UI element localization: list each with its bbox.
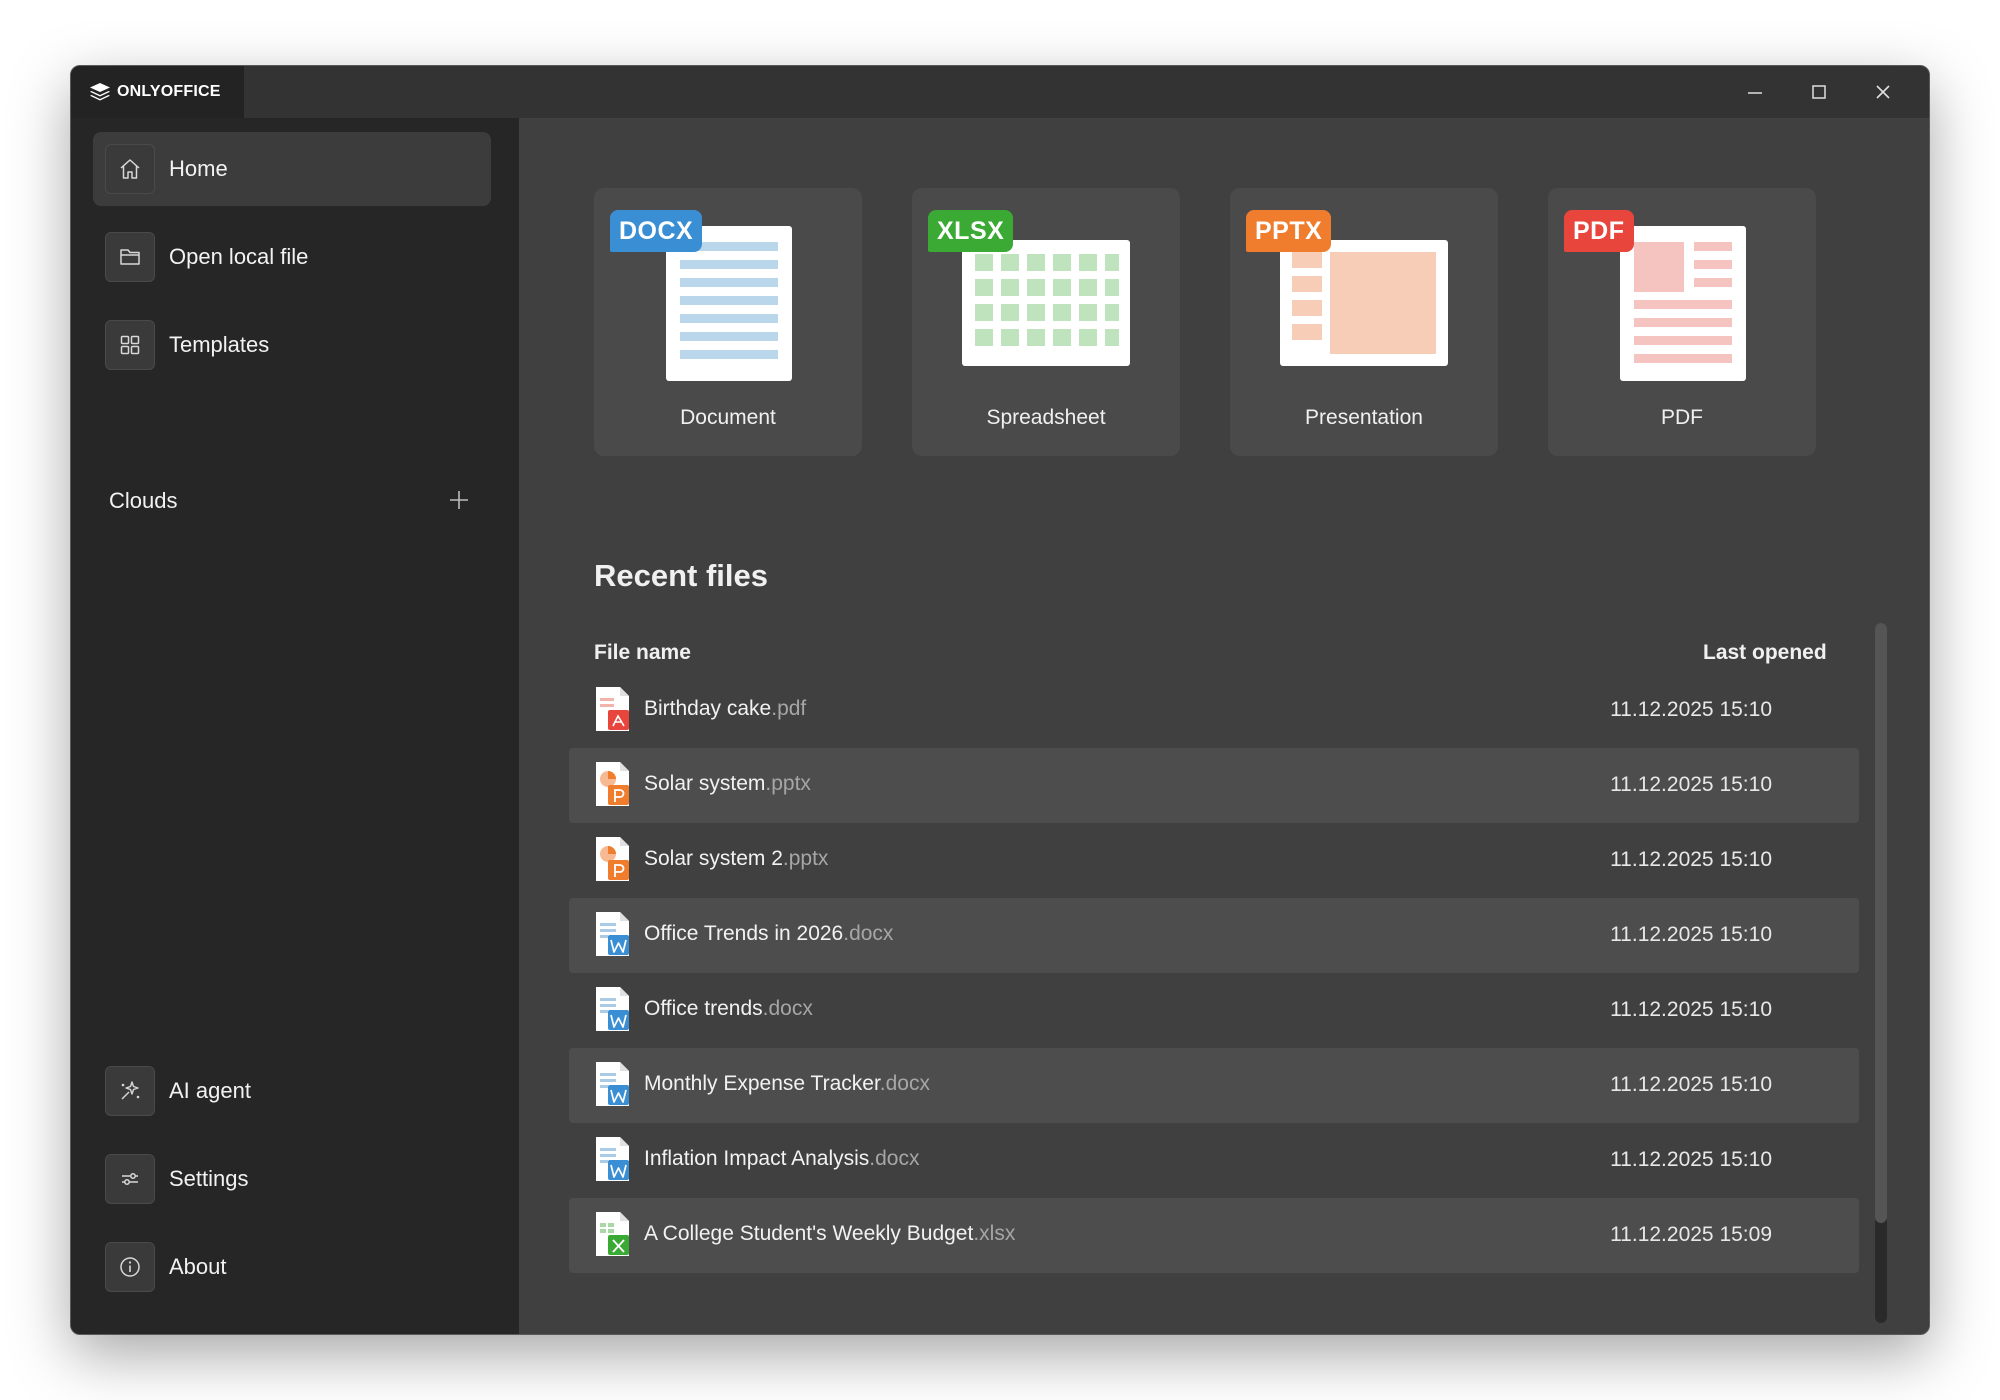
sidebar: Home Open local file Templates Clouds AI… [71,118,519,1334]
home-icon [105,144,155,194]
sidebar-item-label: Open local file [169,244,309,269]
pptx-badge: PPTX [1246,210,1332,252]
table-row[interactable]: Solar system.pptx 11.12.2025 15:10 [569,748,1859,823]
recent-files-list: Birthday cake.pdf 11.12.2025 15:10 Solar… [569,673,1859,1281]
create-spreadsheet-card[interactable]: XLSX Spreadsheet [912,188,1180,456]
onlyoffice-logo-icon [90,83,110,101]
maximize-button[interactable] [1787,66,1851,118]
sidebar-item-open-local-file[interactable]: Open local file [93,220,491,294]
scrollbar-thumb[interactable] [1875,623,1887,1223]
sidebar-item-settings[interactable]: Settings [93,1142,491,1216]
card-label: Document [680,406,776,429]
table-row[interactable]: Monthly Expense Tracker.docx 11.12.2025 … [569,1048,1859,1123]
main-area: DOCX Document XLSX Spreadsheet PPTX Pres… [519,118,1929,1334]
docx-file-icon [596,1137,629,1181]
xlsx-file-icon [596,1212,629,1256]
card-label: Presentation [1305,406,1423,429]
create-document-card[interactable]: DOCX Document [594,188,862,456]
app-window: ONLYOFFICE Home Open local file Template… [70,65,1930,1335]
last-opened-date: 11.12.2025 15:10 [1610,848,1772,871]
file-name: Solar system.pptx [644,772,811,795]
last-opened-date: 11.12.2025 15:10 [1610,698,1772,721]
sidebar-item-label: About [169,1254,227,1279]
plus-icon [450,491,468,509]
minimize-button[interactable] [1723,66,1787,118]
table-row[interactable] [569,1273,1859,1281]
table-row[interactable]: Solar system 2.pptx 11.12.2025 15:10 [569,823,1859,898]
app-title: ONLYOFFICE [117,83,221,100]
card-label: PDF [1661,406,1703,429]
sidebar-item-label: Settings [169,1166,249,1191]
column-header-file-name[interactable]: File name [594,641,691,665]
clouds-heading: Clouds [109,488,178,513]
folder-icon [105,232,155,282]
pdf-badge: PDF [1564,210,1634,252]
pdf-file-icon [596,687,629,731]
file-name: Birthday cake.pdf [644,697,807,720]
add-cloud-button[interactable] [441,482,477,518]
last-opened-date: 11.12.2025 15:10 [1610,998,1772,1021]
column-header-last-opened[interactable]: Last opened [1703,641,1827,665]
minimize-icon [1748,92,1762,94]
ai-sparkle-icon [105,1066,155,1116]
maximize-icon [1812,85,1826,99]
table-row[interactable]: Office trends.docx 11.12.2025 15:10 [569,973,1859,1048]
file-name: A College Student's Weekly Budget.xlsx [644,1222,1016,1245]
card-label: Spreadsheet [986,406,1106,429]
sidebar-item-label: AI agent [169,1078,251,1103]
last-opened-date: 11.12.2025 15:09 [1610,1223,1772,1246]
sidebar-item-label: Templates [169,332,270,357]
close-button[interactable] [1851,66,1915,118]
file-name: Solar system 2.pptx [644,847,829,870]
info-icon [105,1242,155,1292]
last-opened-date: 11.12.2025 15:10 [1610,1148,1772,1171]
create-pdf-card[interactable]: PDF PDF [1548,188,1816,456]
sidebar-item-ai-agent[interactable]: AI agent [93,1054,491,1128]
file-name: Office Trends in 2026.docx [644,922,894,945]
table-row[interactable]: Inflation Impact Analysis.docx 11.12.202… [569,1123,1859,1198]
last-opened-date: 11.12.2025 15:10 [1610,1073,1772,1096]
pptx-file-icon [596,762,629,806]
file-name: Monthly Expense Tracker.docx [644,1072,930,1095]
create-presentation-card[interactable]: PPTX Presentation [1230,188,1498,456]
file-name: Inflation Impact Analysis.docx [644,1147,920,1170]
table-row[interactable]: A College Student's Weekly Budget.xlsx 1… [569,1198,1859,1273]
table-row[interactable]: Birthday cake.pdf 11.12.2025 15:10 [569,673,1859,748]
sidebar-item-templates[interactable]: Templates [93,308,491,382]
sidebar-item-label: Home [169,156,228,181]
file-name: Office trends.docx [644,997,813,1020]
title-bar: ONLYOFFICE [71,66,1929,118]
docx-badge: DOCX [610,210,703,252]
close-icon [1876,85,1890,99]
sidebar-item-about[interactable]: About [93,1230,491,1304]
sidebar-item-home[interactable]: Home [93,132,491,206]
app-tab[interactable]: ONLYOFFICE [71,66,244,118]
docx-file-icon [596,912,629,956]
sliders-icon [105,1154,155,1204]
table-row[interactable]: Office Trends in 2026.docx 11.12.2025 15… [569,898,1859,973]
xlsx-badge: XLSX [928,210,1014,252]
pptx-file-icon [596,837,629,881]
last-opened-date: 11.12.2025 15:10 [1610,773,1772,796]
docx-file-icon [596,987,629,1031]
grid-icon [105,320,155,370]
docx-file-icon [596,1062,629,1106]
recent-files-title: Recent files [594,558,769,593]
last-opened-date: 11.12.2025 15:10 [1610,923,1772,946]
